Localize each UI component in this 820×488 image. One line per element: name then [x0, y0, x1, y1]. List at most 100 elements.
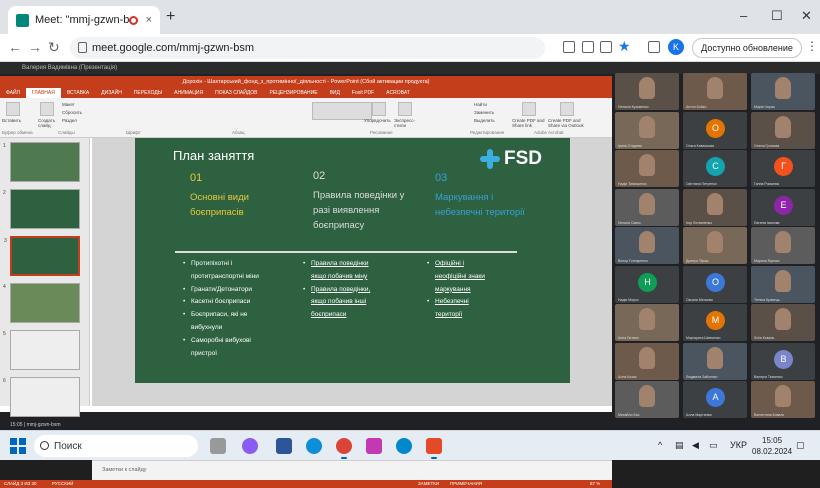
profile-avatar[interactable]: K [668, 39, 684, 55]
battery-icon[interactable]: ▭ [709, 440, 718, 451]
ppt-tab-7[interactable]: РЕЦЕНЗИРОВАНИЕ [263, 88, 323, 98]
slide-thumbnail[interactable]: 5 [3, 330, 80, 370]
bookmark-star-icon[interactable]: ★ [618, 38, 631, 55]
ribbon-create-pdf-outlook[interactable]: Create PDF and Share via Outlook [548, 118, 588, 128]
close-window-button[interactable]: ✕ [801, 8, 812, 24]
reload-icon[interactable]: ↻ [48, 39, 60, 56]
participant-tile[interactable]: Надія Тимошенко [615, 150, 679, 187]
paste-icon[interactable] [6, 102, 20, 116]
new-tab-button[interactable]: + [166, 8, 175, 26]
address-bar[interactable]: meet.google.com/mmj-gzwn-bsm [70, 37, 545, 59]
close-tab-button[interactable]: × [146, 14, 152, 26]
chrome-icon[interactable] [336, 438, 352, 454]
notifications-icon[interactable]: ▢ [796, 440, 805, 451]
volume-icon[interactable]: ◀ [692, 440, 699, 451]
participant-tile[interactable]: Марина Яценко [751, 227, 815, 264]
minimize-button[interactable]: – [740, 8, 747, 23]
ribbon-create-pdf-link[interactable]: Create PDF and Share link [512, 118, 548, 128]
participant-tile[interactable]: H Надія Мороз [615, 265, 679, 303]
participant-tile[interactable]: Алла Козак [615, 342, 679, 380]
slide-thumbnail[interactable]: 2 [3, 189, 80, 229]
create-pdf-outlook-icon[interactable] [560, 102, 574, 116]
participant-tile[interactable]: Тетяна Кравець [751, 265, 815, 303]
participant-tile[interactable]: Антон Бойко [683, 73, 747, 110]
ppt-tab-10[interactable]: ACROBAT [380, 88, 416, 98]
powerpoint-icon[interactable] [426, 438, 442, 454]
task-view-icon[interactable] [210, 438, 226, 454]
windows-start-icon[interactable] [10, 438, 26, 454]
back-icon[interactable]: ← [8, 39, 22, 55]
participant-tile[interactable]: Марія Чорна [751, 73, 815, 110]
participant-tile[interactable]: Олена Громова [751, 111, 815, 149]
participant-tile[interactable]: Ірина Стаднюк [615, 111, 679, 149]
ppt-tab-8[interactable]: ВИД [324, 88, 346, 98]
network-icon[interactable]: ▤ [675, 440, 684, 451]
quick-styles-icon[interactable] [398, 102, 412, 116]
participant-tile[interactable]: Наталя Савко [615, 188, 679, 226]
status-notes-button[interactable]: ЗАМЕТКИ [418, 481, 439, 486]
word-icon[interactable] [276, 438, 292, 454]
chrome-menu-icon[interactable]: ⋮ [806, 39, 818, 53]
participant-tile[interactable]: E Євгенія Іванова [751, 188, 815, 226]
notes-pane[interactable]: Заметки к слайду [92, 460, 612, 480]
participant-tile[interactable]: Г Ганна Романюк [751, 150, 815, 187]
participant-tile[interactable]: Михайло Бас [615, 381, 679, 418]
browser-tab-meet[interactable]: Meet: "mmj-gzwn-bsm" × [8, 6, 160, 34]
participant-tile[interactable]: M Маргарита Шевченко [683, 304, 747, 341]
slide-thumbnail[interactable]: 1 [3, 142, 80, 182]
ribbon-label-reset[interactable]: Сбросить [62, 110, 82, 115]
participant-tile[interactable]: C Світлана Петренко [683, 150, 747, 187]
ribbon-label-layout[interactable]: Макет [62, 102, 75, 107]
ppt-tab-6[interactable]: ПОКАЗ СЛАЙДОВ [209, 88, 263, 98]
participant-tile[interactable]: Наталія Кузьменко [615, 73, 679, 110]
slide-thumbnail[interactable]: 4 [3, 283, 80, 323]
maximize-button[interactable]: ☐ [771, 8, 783, 24]
forward-icon[interactable]: → [28, 39, 42, 55]
participant-tile[interactable]: Ігор Литвиненко [683, 188, 747, 226]
participant-tile[interactable]: Дмитро Ярош [683, 227, 747, 264]
app-icon-purple[interactable] [242, 438, 258, 454]
taskbar-search[interactable]: Поиск [34, 435, 198, 457]
participant-tile[interactable]: B Валерія Ткаченко [751, 342, 815, 380]
telegram-icon[interactable] [396, 438, 412, 454]
site-info-icon[interactable] [78, 42, 87, 53]
slide-thumbnail[interactable]: 6 [3, 377, 80, 417]
side-panel-icon[interactable] [648, 41, 660, 53]
edge-icon[interactable] [306, 438, 322, 454]
ribbon-label-section[interactable]: Раздел [62, 118, 77, 123]
participant-tile[interactable]: Віктор Гончаренко [615, 227, 679, 264]
shapes-gallery[interactable] [312, 102, 372, 120]
slide-thumbnail[interactable]: 3 [4, 236, 80, 276]
chrome-update-button[interactable]: Доступно обновление Chrome [692, 38, 802, 71]
participant-tile[interactable]: O Ольга Ковальова [683, 111, 747, 149]
share-icon[interactable] [600, 41, 612, 53]
ppt-tab-3[interactable]: ДИЗАЙН [95, 88, 128, 98]
taskbar-clock[interactable]: 15:05 08.02.2024 [752, 435, 792, 457]
ppt-tab-4[interactable]: ПЕРЕХОДЫ [128, 88, 168, 98]
ppt-tab-9[interactable]: Foxit PDF [346, 88, 380, 98]
ppt-tab-2[interactable]: ВСТАВКА [61, 88, 95, 98]
participant-tile[interactable]: O Оксана Мельник [683, 265, 747, 303]
new-slide-icon[interactable] [40, 102, 54, 116]
ppt-tab-0[interactable]: ФАЙЛ [0, 88, 26, 98]
participant-tile[interactable]: A Алла Мартинюк [683, 381, 747, 418]
ppt-tab-1[interactable]: ГЛАВНАЯ [25, 88, 61, 98]
tray-chevron-icon[interactable]: ^ [658, 440, 662, 450]
app-icon-pink[interactable] [366, 438, 382, 454]
participant-tile[interactable]: Валентина Коваль [751, 381, 815, 418]
translate-icon[interactable] [582, 41, 594, 53]
status-comments-button[interactable]: ПРИМЕЧАНИЯ [450, 481, 482, 486]
ribbon-find[interactable]: Найти [474, 102, 487, 107]
camera-icon[interactable] [563, 41, 575, 53]
thumbnail-number: 6 [3, 378, 6, 384]
participant-tile[interactable]: Лілія Коваль [751, 304, 815, 341]
ribbon-replace[interactable]: Заменить [474, 110, 494, 115]
status-zoom[interactable]: 87 % [590, 481, 600, 486]
tray-language[interactable]: УКР [730, 440, 747, 450]
ribbon-select[interactable]: Выделить [474, 118, 495, 123]
create-pdf-share-icon[interactable] [522, 102, 536, 116]
ppt-tab-5[interactable]: АНИМАЦИЯ [168, 88, 209, 98]
arrange-icon[interactable] [372, 102, 386, 116]
participant-tile[interactable]: Анна Литвин [615, 304, 679, 341]
participant-tile[interactable]: Людмила Зайченко [683, 342, 747, 380]
